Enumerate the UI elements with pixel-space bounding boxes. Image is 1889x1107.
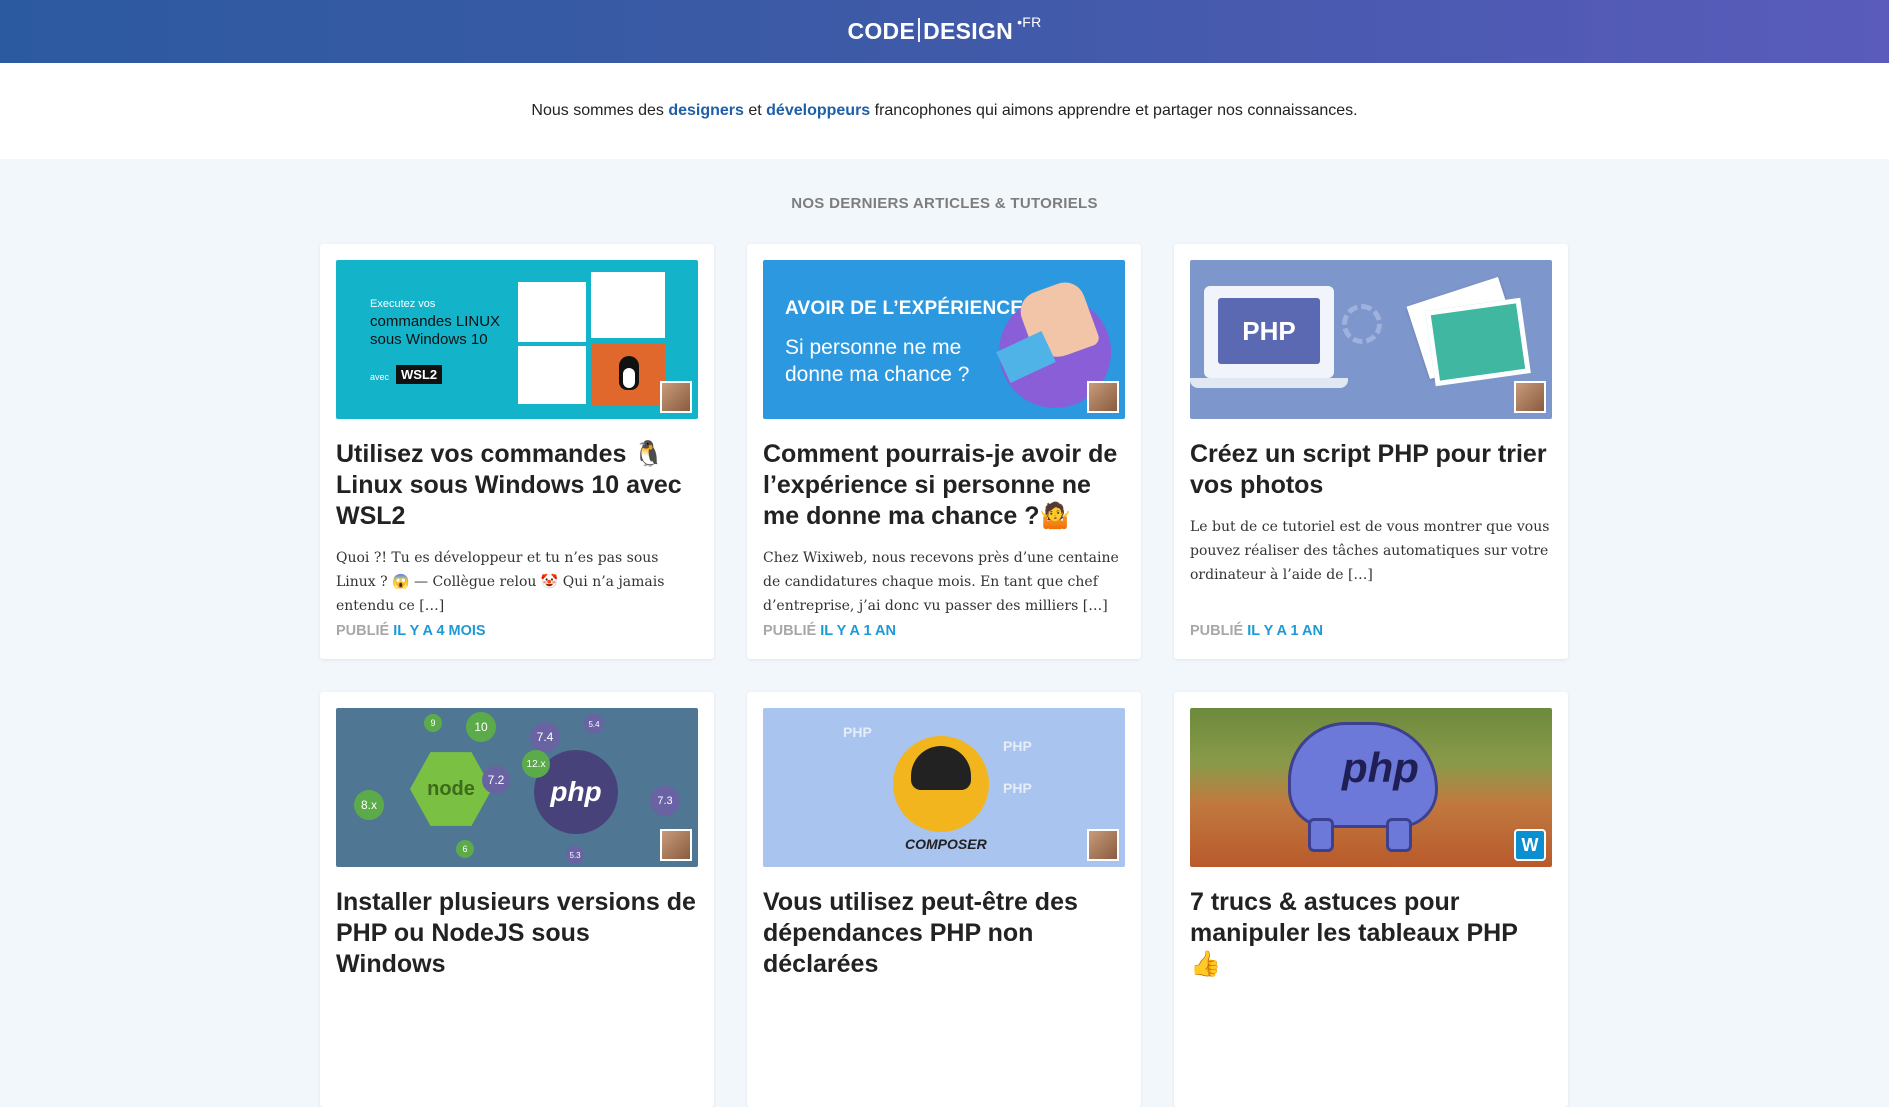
article-title[interactable]: Vous utilisez peut-être des dépendances … [763,887,1125,980]
author-avatar [1087,381,1119,413]
node-logo: node [410,752,492,826]
version-bubble: 6 [456,840,474,858]
elephant-leg [1308,818,1334,852]
version-bubble: 5.3 [566,846,584,864]
intro-text-start: Nous sommes des [531,102,669,119]
published-label: PUBLIÉ [1190,623,1244,639]
gear-icon [1342,304,1382,344]
version-bubble: 7.2 [482,766,510,794]
article-excerpt: Le but de ce tutoriel est de vous montre… [1190,519,1550,583]
article-title[interactable]: Utilisez vos commandes 🐧Linux sous Windo… [336,439,698,532]
article-thumbnail[interactable]: AVOIR DE L’EXPÉRIENCE Si personne ne me … [763,260,1125,419]
windows-logo-tile [518,282,586,342]
article-excerpt: Chez Wixiweb, nous recevons près d’une c… [763,550,1119,614]
laptop-icon: PHP [1204,286,1334,378]
thumb-text-2: Si personne ne me [785,336,962,359]
windows-logo-tile [591,272,665,338]
thumb-text-3: sous Windows 10 [370,331,488,348]
author-avatar [660,829,692,861]
thumb-heading: AVOIR DE L’EXPÉRIENCE [785,298,1024,319]
thumb-text-2: commandes LINUX [370,313,501,330]
php-watermark: PHP [1003,780,1032,796]
section-title: NOS DERNIERS ARTICLES & TUTORIELS [791,195,1098,212]
article-card[interactable]: AVOIR DE L’EXPÉRIENCE Si personne ne me … [747,244,1141,659]
article-excerpt: Quoi ?! Tu es développeur et tu n’es pas… [336,550,665,614]
thumb-text-1: Executez vos [370,298,436,310]
article-meta: PUBLIÉ IL Y A 1 AN [763,623,896,639]
wsl2-badge: WSL2 [396,365,443,384]
logo-design: DESIGN [923,18,1014,44]
published-date: IL Y A 1 AN [1247,623,1323,639]
article-title[interactable]: Créez un script PHP pour trier vos photo… [1190,439,1552,501]
article-title[interactable]: Installer plusieurs versions de PHP ou N… [336,887,698,980]
version-bubble: 8.x [354,790,384,820]
article-card[interactable]: Executez vos commandes LINUX sous Window… [320,244,714,659]
article-title[interactable]: 7 trucs & astuces pour manipuler les tab… [1190,887,1552,980]
windows-logo-tile [518,346,586,404]
published-label: PUBLIÉ [763,623,817,639]
linux-penguin-icon [591,344,665,406]
author-avatar [1514,381,1546,413]
thumb-text-4: avec [370,372,390,382]
designers-link[interactable]: designers [668,102,744,119]
laptop-base [1190,378,1348,388]
composer-label: COMPOSER [905,836,987,852]
article-card[interactable]: PHP Créez un script PHP pour trier vos p… [1174,244,1568,659]
article-thumbnail[interactable]: PHP [1190,260,1552,419]
author-avatar [1087,829,1119,861]
article-card[interactable]: php W 7 trucs & astuces pour manipuler l… [1174,692,1568,1107]
author-avatar [660,381,692,413]
article-card[interactable]: PHP PHP PHP COMPOSER Vous utilisez peut-… [747,692,1141,1107]
article-thumbnail[interactable]: PHP PHP PHP COMPOSER [763,708,1125,867]
php-elephant-label: php [1342,744,1419,791]
intro-banner: Nous sommes des designers et développeur… [0,63,1889,159]
article-thumbnail[interactable]: node php 9 10 7.4 5.4 12.x 7.2 8.x 6 7.3… [336,708,698,867]
published-label: PUBLIÉ [336,623,390,639]
article-title[interactable]: Comment pourrais-je avoir de l’expérienc… [763,439,1125,532]
published-date: IL Y A 4 MOIS [393,623,486,639]
intro-text: Nous sommes des designers et développeur… [531,102,1357,120]
article-meta: PUBLIÉ IL Y A 4 MOIS [336,623,486,639]
published-date: IL Y A 1 AN [820,623,896,639]
php-screen-label: PHP [1218,298,1320,364]
php-watermark: PHP [843,724,872,740]
version-bubble: 7.4 [530,722,560,752]
article-card[interactable]: node php 9 10 7.4 5.4 12.x 7.2 8.x 6 7.3… [320,692,714,1107]
version-bubble: 12.x [522,750,550,778]
logo-tld: •FR [1017,14,1042,30]
articles-grid: Executez vos commandes LINUX sous Window… [320,244,1569,1107]
thumb-text-3: donne ma chance ? [785,363,970,386]
intro-text-and: et [743,102,767,119]
logo-code: CODE [847,18,916,44]
photo-icon [1425,297,1531,387]
elephant-leg [1386,818,1412,852]
wixiweb-logo: W [1514,829,1546,861]
composer-mascot-icon [893,736,989,832]
site-logo[interactable]: CODE DESIGN •FR [847,14,1041,45]
version-bubble: 7.3 [650,786,680,816]
php-watermark: PHP [1003,738,1032,754]
article-meta: PUBLIÉ IL Y A 1 AN [1190,623,1323,639]
article-thumbnail[interactable]: php W [1190,708,1552,867]
version-bubble: 9 [424,714,442,732]
site-header: CODE DESIGN •FR [0,0,1889,63]
version-bubble: 5.4 [584,714,604,734]
intro-text-end: francophones qui aimons apprendre et par… [870,102,1358,119]
developers-link[interactable]: développeurs [766,102,870,119]
article-thumbnail[interactable]: Executez vos commandes LINUX sous Window… [336,260,698,419]
logo-separator [918,18,921,42]
version-bubble: 10 [466,712,496,742]
